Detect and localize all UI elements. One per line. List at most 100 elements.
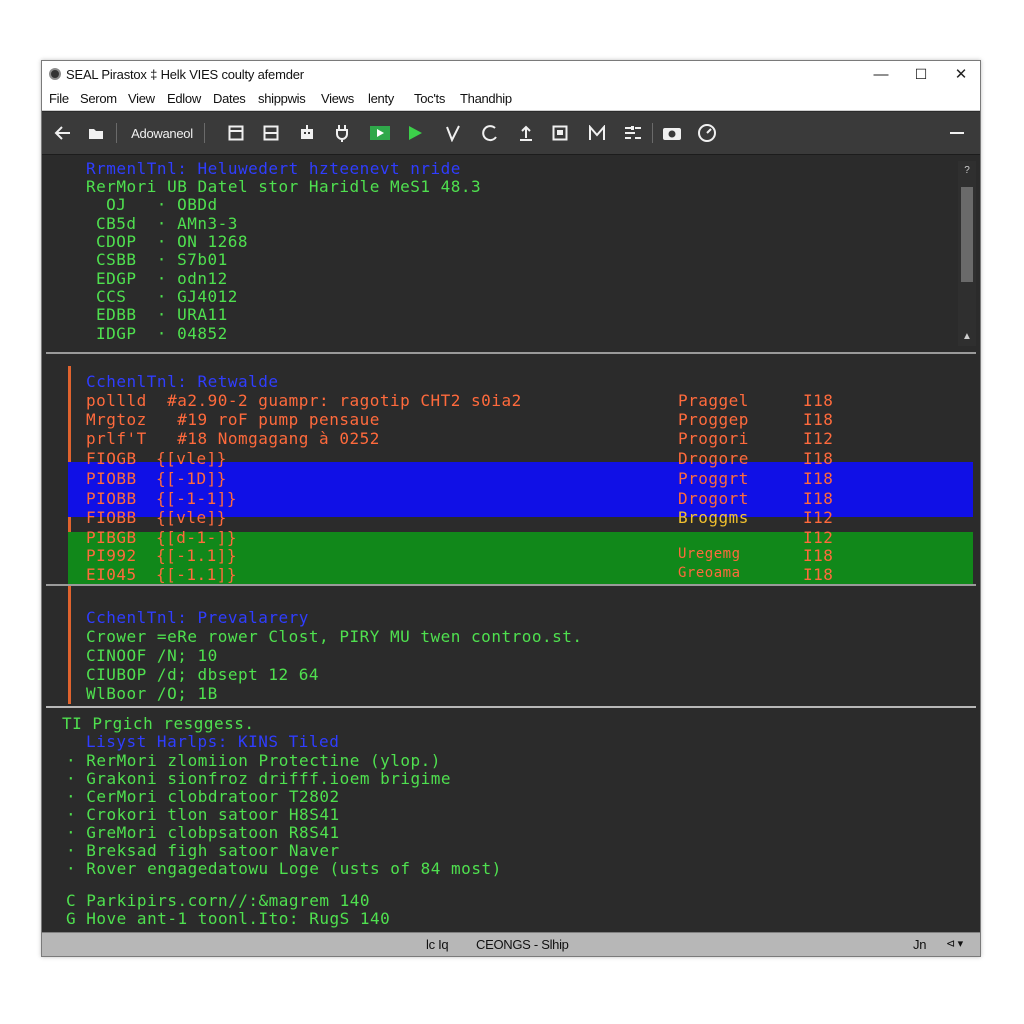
status-center: CEONGS - Slhip [476,937,569,952]
monitor-play-icon[interactable] [368,122,392,144]
log-line: WlBoor /O; 1B [86,684,218,703]
menu-file[interactable]: File [49,91,69,106]
row-tag: Drogort [678,489,749,508]
row-field: {[d-1-]} [156,528,238,547]
terminal-pane-console: TI Prgich resggess. Lisyst Harlps: KINS … [46,706,976,930]
split-view-icon[interactable] [261,122,281,144]
kv-row: CCS · GJ4012 [96,287,238,306]
maximize-button[interactable]: ☐ [900,61,942,87]
row-field: {[-1-1]} [156,489,238,508]
camera-icon[interactable] [660,122,684,144]
menu-dash-icon[interactable] [946,122,968,144]
toolbar: Adowaneol [42,112,980,155]
list-item: · Breksad figh satoor Naver [66,841,340,860]
status-arrows-icon[interactable]: ⊲ ▾ [946,937,963,950]
row-field: {[vle]} [156,449,227,468]
console-line: G Hove ant-1 toonl.Ito: RugS 140 [66,909,391,928]
row-tag: Drogore [678,449,749,468]
row-tag: Broggms [678,508,749,527]
row-code: I18 [803,449,834,468]
log-line: pollld #a2.90-2 guampr: ragotip CHT2 s0i… [86,391,522,410]
log-line: Mrgtoz #19 roF pump pensaue [86,410,380,429]
scroll-down-icon[interactable]: ▲ [958,331,976,342]
refresh-icon[interactable] [479,122,501,144]
status-left: lc Iq [426,937,449,952]
row-id: PIBGB [86,528,137,547]
app-window: SEAL Pirastox ‡ Helk VIES coulty afemder… [41,60,981,957]
menu-thandhip[interactable]: Thandhip [460,91,512,106]
row-code: I18 [803,565,834,584]
list-item: · CerMori clobdratoor T2802 [66,787,340,806]
row-field: {[vle]} [156,508,227,527]
line-tag: Proggep [678,410,749,429]
kv-row: OJ · OBDd [96,195,218,214]
kv-row: CDOP · ON 1268 [96,232,248,251]
folder-icon[interactable] [86,122,106,144]
gauge-icon[interactable] [696,122,718,144]
row-id: PIOBB [86,469,137,488]
row-id: PI992 [86,546,137,565]
menu-lenty[interactable]: lenty [368,91,394,106]
toolbar-divider [204,123,205,143]
log-line: CINOOF /N; 10 [86,646,218,665]
vertical-scrollbar[interactable]: ? ▲ [958,161,976,346]
back-arrow-icon[interactable] [52,122,74,144]
row-code: I12 [803,508,834,527]
close-button[interactable]: ✕ [940,61,982,87]
minimize-button[interactable]: — [860,61,902,87]
plug-icon[interactable] [332,122,352,144]
row-code: I18 [803,469,834,488]
line-code: I18 [803,391,834,410]
line-tag: Progori [678,429,749,448]
list-item: · Crokori tlon satoor H8S41 [66,805,340,824]
pane1-subheader: RerMori UB Datel stor Haridle MeS1 48.3 [86,177,482,196]
advanced-button[interactable]: Adowaneol [124,122,200,144]
row-code: I12 [803,528,834,547]
row-id: PIOBB [86,489,137,508]
menu-dates[interactable]: Dates [213,91,246,106]
log-line: prlf'T #18 Nomgagang à 0252 [86,429,380,448]
row-tag: Greoama [678,565,741,581]
scrollbar-thumb[interactable] [961,187,973,282]
list-item: · Grakoni sionfroz drifff.ioem brigime [66,769,452,788]
menu-bar: File Serom View Edlow Dates shippwis Vie… [42,87,980,111]
window-title: SEAL Pirastox ‡ Helk VIES coulty afemder [66,67,304,82]
row-tag: Proggrt [678,469,749,488]
terminal-pane-overview: RrmenlTnl: Heluwedert hzteenevt nride Re… [46,157,976,350]
pane1-header: RrmenlTnl: Heluwedert hzteenevt nride [86,159,461,178]
kv-row: CB5d · AMn3-3 [96,214,238,233]
menu-views[interactable]: Views [321,91,354,106]
console-prompt: TI Prgich resggess. [62,714,255,733]
scroll-up-icon[interactable]: ? [958,165,976,176]
row-id: FIOGB [86,449,137,468]
pane2-header: CchenlTnl: Retwalde [86,372,279,391]
toolbar-divider [116,123,117,143]
row-field: {[-1.1]} [156,565,238,584]
menu-edlow[interactable]: Edlow [167,91,201,106]
upload-icon[interactable] [516,122,536,144]
terminal-pane-records: CchenlTnl: Retwalde pollld #a2.90-2 guam… [46,352,976,585]
save-icon[interactable] [550,122,570,144]
row-field: {[-1D]} [156,469,227,488]
kv-row: IDGP · 04852 [96,324,228,343]
status-code: Jn [913,937,927,952]
row-field: {[-1.1]} [156,546,238,565]
check-icon[interactable] [443,122,463,144]
row-code: I18 [803,489,834,508]
run-icon[interactable] [404,122,426,144]
log-line: Crower =eRe rower Clost, PIRY MU twen co… [86,627,583,646]
settings-list-icon[interactable] [622,122,644,144]
robot-icon[interactable] [296,122,318,144]
row-id: FIOBB [86,508,137,527]
menu-view[interactable]: View [128,91,155,106]
panel-icon[interactable] [226,122,246,144]
menu-tocts[interactable]: Toc'ts [414,91,445,106]
console-line: C Parkipirs.corn//:&magrem 140 [66,891,370,910]
terminal-pane-prevalence: CchenlTnl: Prevalarery Crower =eRe rower… [46,584,976,704]
list-item: · Rover engagedatowu Loge (usts of 84 mo… [66,859,502,878]
menu-serom[interactable]: Serom [80,91,117,106]
line-tag: Praggel [678,391,749,410]
mail-icon[interactable] [586,122,608,144]
log-line: CIUBOP /d; dbsept 12 64 [86,665,320,684]
menu-shippwis[interactable]: shippwis [258,91,306,106]
